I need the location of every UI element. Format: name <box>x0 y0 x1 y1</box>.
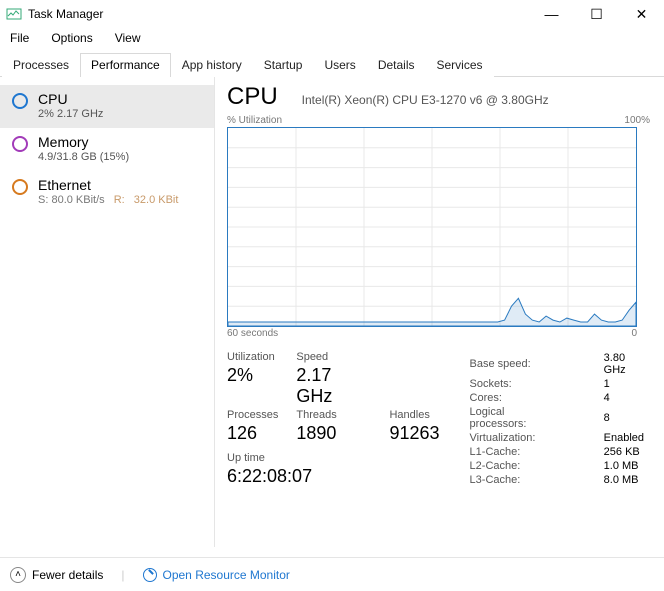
main-title: CPU <box>227 83 278 111</box>
main-panel: CPU Intel(R) Xeon(R) CPU E3-1270 v6 @ 3.… <box>215 77 664 547</box>
chart-ylabel: % Utilization <box>227 115 282 126</box>
resource-monitor-icon <box>143 568 157 582</box>
cpu-model: Intel(R) Xeon(R) CPU E3-1270 v6 @ 3.80GH… <box>302 93 549 107</box>
spec-virtualization: Enabled <box>604 431 650 445</box>
utilization-chart <box>227 127 637 327</box>
app-icon <box>6 6 22 22</box>
stat-uptime: 6:22:08:07 <box>227 466 440 487</box>
tab-details[interactable]: Details <box>367 53 426 77</box>
spec-cores: 4 <box>604 391 650 405</box>
tab-startup[interactable]: Startup <box>253 53 314 77</box>
stat-threads: 1890 <box>296 423 371 444</box>
tab-processes[interactable]: Processes <box>2 53 80 77</box>
sidebar-ethernet-sub: S: 80.0 KBit/s R: 32.0 KBit <box>38 194 178 206</box>
tab-services[interactable]: Services <box>426 53 494 77</box>
stats-specs: Base speed:3.80 GHz Sockets:1 Cores:4 Lo… <box>470 351 650 487</box>
stat-handles: 91263 <box>389 423 439 444</box>
sidebar-item-cpu[interactable]: CPU 2% 2.17 GHz <box>0 85 214 128</box>
close-button[interactable]: ✕ <box>619 0 664 28</box>
sidebar-memory-sub: 4.9/31.8 GB (15%) <box>38 151 129 163</box>
sidebar: CPU 2% 2.17 GHz Memory 4.9/31.8 GB (15%)… <box>0 77 215 547</box>
sidebar-memory-label: Memory <box>38 134 129 150</box>
chart-xmin: 0 <box>631 328 637 339</box>
spec-l1-cache: 256 KB <box>604 445 650 459</box>
spec-l2-cache: 1.0 MB <box>604 459 650 473</box>
spec-base-speed: 3.80 GHz <box>604 351 650 377</box>
footer: ˄ Fewer details | Open Resource Monitor <box>0 557 664 591</box>
tab-strip: Processes Performance App history Startu… <box>0 52 664 77</box>
tab-users[interactable]: Users <box>313 53 366 77</box>
sidebar-item-memory[interactable]: Memory 4.9/31.8 GB (15%) <box>0 128 214 171</box>
fewer-details-button[interactable]: ˄ Fewer details <box>10 567 103 583</box>
minimize-button[interactable]: — <box>529 0 574 28</box>
ethernet-icon <box>12 179 28 195</box>
chart-ymax: 100% <box>624 115 650 126</box>
sidebar-cpu-sub: 2% 2.17 GHz <box>38 108 103 120</box>
chevron-up-icon: ˄ <box>10 567 26 583</box>
spec-logical-processors: 8 <box>604 405 650 431</box>
window-controls: — ☐ ✕ <box>529 0 664 28</box>
stat-processes: 126 <box>227 423 278 444</box>
menu-file[interactable]: File <box>6 29 33 47</box>
window-title: Task Manager <box>28 7 103 21</box>
spec-sockets: 1 <box>604 377 650 391</box>
maximize-button[interactable]: ☐ <box>574 0 619 28</box>
sidebar-cpu-label: CPU <box>38 91 103 107</box>
cpu-icon <box>12 93 28 109</box>
stat-speed: 2.17 GHz <box>296 365 371 407</box>
title-bar: Task Manager — ☐ ✕ <box>0 0 664 28</box>
open-resource-monitor-link[interactable]: Open Resource Monitor <box>143 568 290 582</box>
chart-xmax: 60 seconds <box>227 328 278 339</box>
tab-performance[interactable]: Performance <box>80 53 171 77</box>
stats-live: Utilization Speed 2% 2.17 GHz Processes … <box>227 351 440 487</box>
menu-bar: File Options View <box>0 28 664 48</box>
stat-utilization: 2% <box>227 365 278 407</box>
menu-options[interactable]: Options <box>47 29 96 47</box>
memory-icon <box>12 136 28 152</box>
spec-l3-cache: 8.0 MB <box>604 473 650 487</box>
sidebar-ethernet-label: Ethernet <box>38 177 178 193</box>
menu-view[interactable]: View <box>111 29 145 47</box>
sidebar-item-ethernet[interactable]: Ethernet S: 80.0 KBit/s R: 32.0 KBit <box>0 171 214 214</box>
tab-app-history[interactable]: App history <box>171 53 253 77</box>
